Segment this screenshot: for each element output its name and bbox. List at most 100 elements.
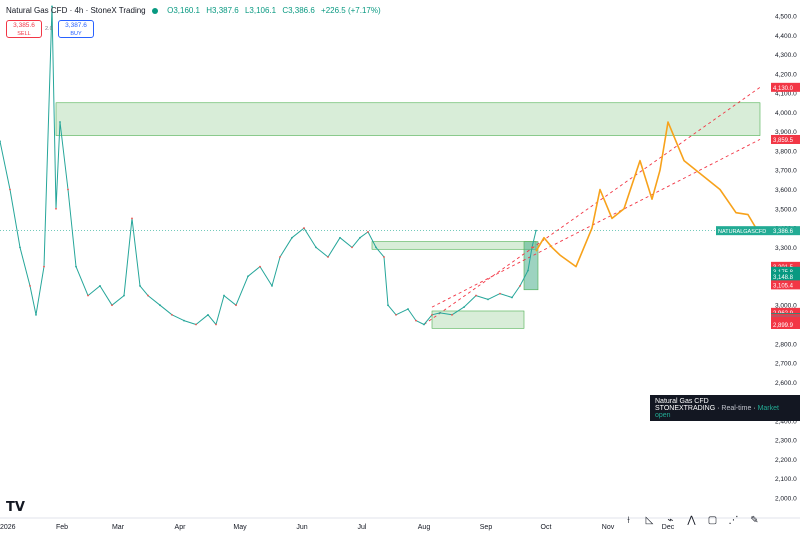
data-point (367, 231, 369, 233)
data-point (67, 188, 69, 191)
y-tick-label: 3,800.0 (775, 148, 797, 155)
data-point (171, 313, 173, 316)
data-point (0, 140, 1, 143)
data-point (75, 265, 77, 268)
y-tick-label: 3,700.0 (775, 168, 797, 175)
data-point (423, 323, 425, 326)
path-icon[interactable]: ⌁ (662, 512, 679, 529)
brush-icon[interactable]: ✎ (746, 512, 763, 529)
y-tick-label: 4,000.0 (775, 110, 797, 117)
drawing-toolbar: ⟊ ◺ ⌁ ⋀ ▢ ⋰ ✎ (620, 512, 763, 532)
y-tick-label: 4,200.0 (775, 71, 797, 78)
data-point (499, 292, 501, 295)
data-point (279, 256, 281, 258)
data-point (531, 246, 533, 249)
ohlc-open: O3,160.1 (167, 6, 201, 15)
data-point (359, 236, 361, 239)
buy-button[interactable]: 3,387.6 BUY (58, 20, 94, 38)
data-point (383, 256, 385, 258)
data-point (35, 313, 37, 316)
trend-line-icon[interactable]: ◺ (641, 512, 658, 529)
data-point (387, 304, 389, 307)
info-name: Natural Gas CFD (655, 398, 709, 405)
price-label: 2,899.9 (773, 323, 794, 329)
x-tick-label: Feb (56, 524, 68, 531)
buy-price: 3,387.6 (65, 22, 87, 29)
data-point (259, 265, 261, 268)
sell-label: SELL (17, 31, 31, 37)
data-point (487, 298, 489, 301)
x-tick-label: Sep (480, 524, 493, 531)
data-point (19, 246, 21, 249)
data-point (395, 313, 397, 316)
y-tick-label: 3,600.0 (775, 187, 797, 194)
y-tick-label: 2,600.0 (775, 380, 797, 387)
data-point (111, 304, 113, 307)
data-point (159, 304, 161, 307)
x-tick-label: Nov (602, 524, 615, 531)
y-tick-label: 2,300.0 (775, 438, 797, 445)
ohlc-high: H3,387.6 (206, 6, 239, 15)
data-point (123, 294, 125, 297)
x-tick-label: Mar (112, 524, 125, 531)
price-label: 3,386.6 (773, 229, 794, 235)
zone-3 (523, 241, 539, 291)
data-point (247, 275, 249, 278)
data-point (519, 285, 521, 287)
data-point (511, 296, 513, 299)
data-point (223, 294, 225, 297)
ruler-icon[interactable]: ⟊ (620, 512, 637, 529)
data-point (291, 236, 293, 239)
symbol-info-box: Natural Gas CFD STONEXTRADING · Real-tim… (650, 395, 800, 421)
channel-line-1 (431, 138, 761, 308)
data-point (43, 265, 45, 268)
fib-icon[interactable]: ⋰ (725, 512, 742, 529)
x-tick-label: Jul (358, 524, 367, 531)
data-point (475, 294, 477, 297)
ohlc-close: C3,386.6 (282, 6, 315, 15)
x-tick-label: Apr (175, 524, 187, 531)
data-point (29, 285, 31, 287)
info-source: STONEXTRADING (655, 405, 716, 412)
data-point (195, 323, 197, 326)
y-tick-label: 4,300.0 (775, 52, 797, 59)
data-point (451, 313, 453, 316)
data-point (375, 246, 377, 249)
zone-1 (371, 241, 537, 250)
data-point (215, 323, 217, 326)
price-chart[interactable]: 4,500.04,400.04,300.04,200.04,100.04,000… (0, 0, 800, 536)
market-status-icon (151, 7, 158, 14)
spread-value: 2.0 (45, 26, 53, 32)
sell-button[interactable]: 3,385.6 SELL (6, 20, 42, 38)
ohlc-low: L3,106.1 (244, 6, 277, 15)
x-tick-label: Jun (296, 524, 307, 531)
pattern-icon[interactable]: ⋀ (683, 512, 700, 529)
data-point (55, 207, 57, 210)
y-tick-label: 3,500.0 (775, 206, 797, 213)
data-point (59, 121, 61, 123)
data-point (463, 306, 465, 309)
x-tick-label: May (233, 524, 247, 531)
x-tick-label: Oct (541, 524, 552, 531)
data-point (139, 285, 141, 287)
price-label: 3,105.4 (773, 283, 794, 289)
price-label: 3,148.8 (773, 275, 794, 281)
x-tick-label: Aug (418, 524, 431, 531)
info-mode: Real-time (721, 405, 752, 412)
price-label: 3,859.5 (773, 138, 794, 144)
rectangle-icon[interactable]: ▢ (704, 512, 721, 529)
y-tick-label: 2,000.0 (775, 496, 797, 503)
price-label: 4,130.0 (773, 86, 794, 92)
data-point (99, 285, 101, 287)
data-point (271, 285, 273, 287)
data-point (407, 308, 409, 310)
y-tick-label: 4,400.0 (775, 33, 797, 40)
data-point (535, 229, 537, 232)
symbol-title[interactable]: Natural Gas CFD · 4h · StoneX Trading (6, 6, 146, 15)
data-point (207, 313, 209, 316)
data-point (131, 217, 133, 220)
buy-label: BUY (70, 31, 82, 37)
sell-price: 3,385.6 (13, 22, 35, 29)
y-tick-label: 2,200.0 (775, 457, 797, 464)
ohlc-change: +226.5 (+7.17%) (321, 6, 381, 15)
